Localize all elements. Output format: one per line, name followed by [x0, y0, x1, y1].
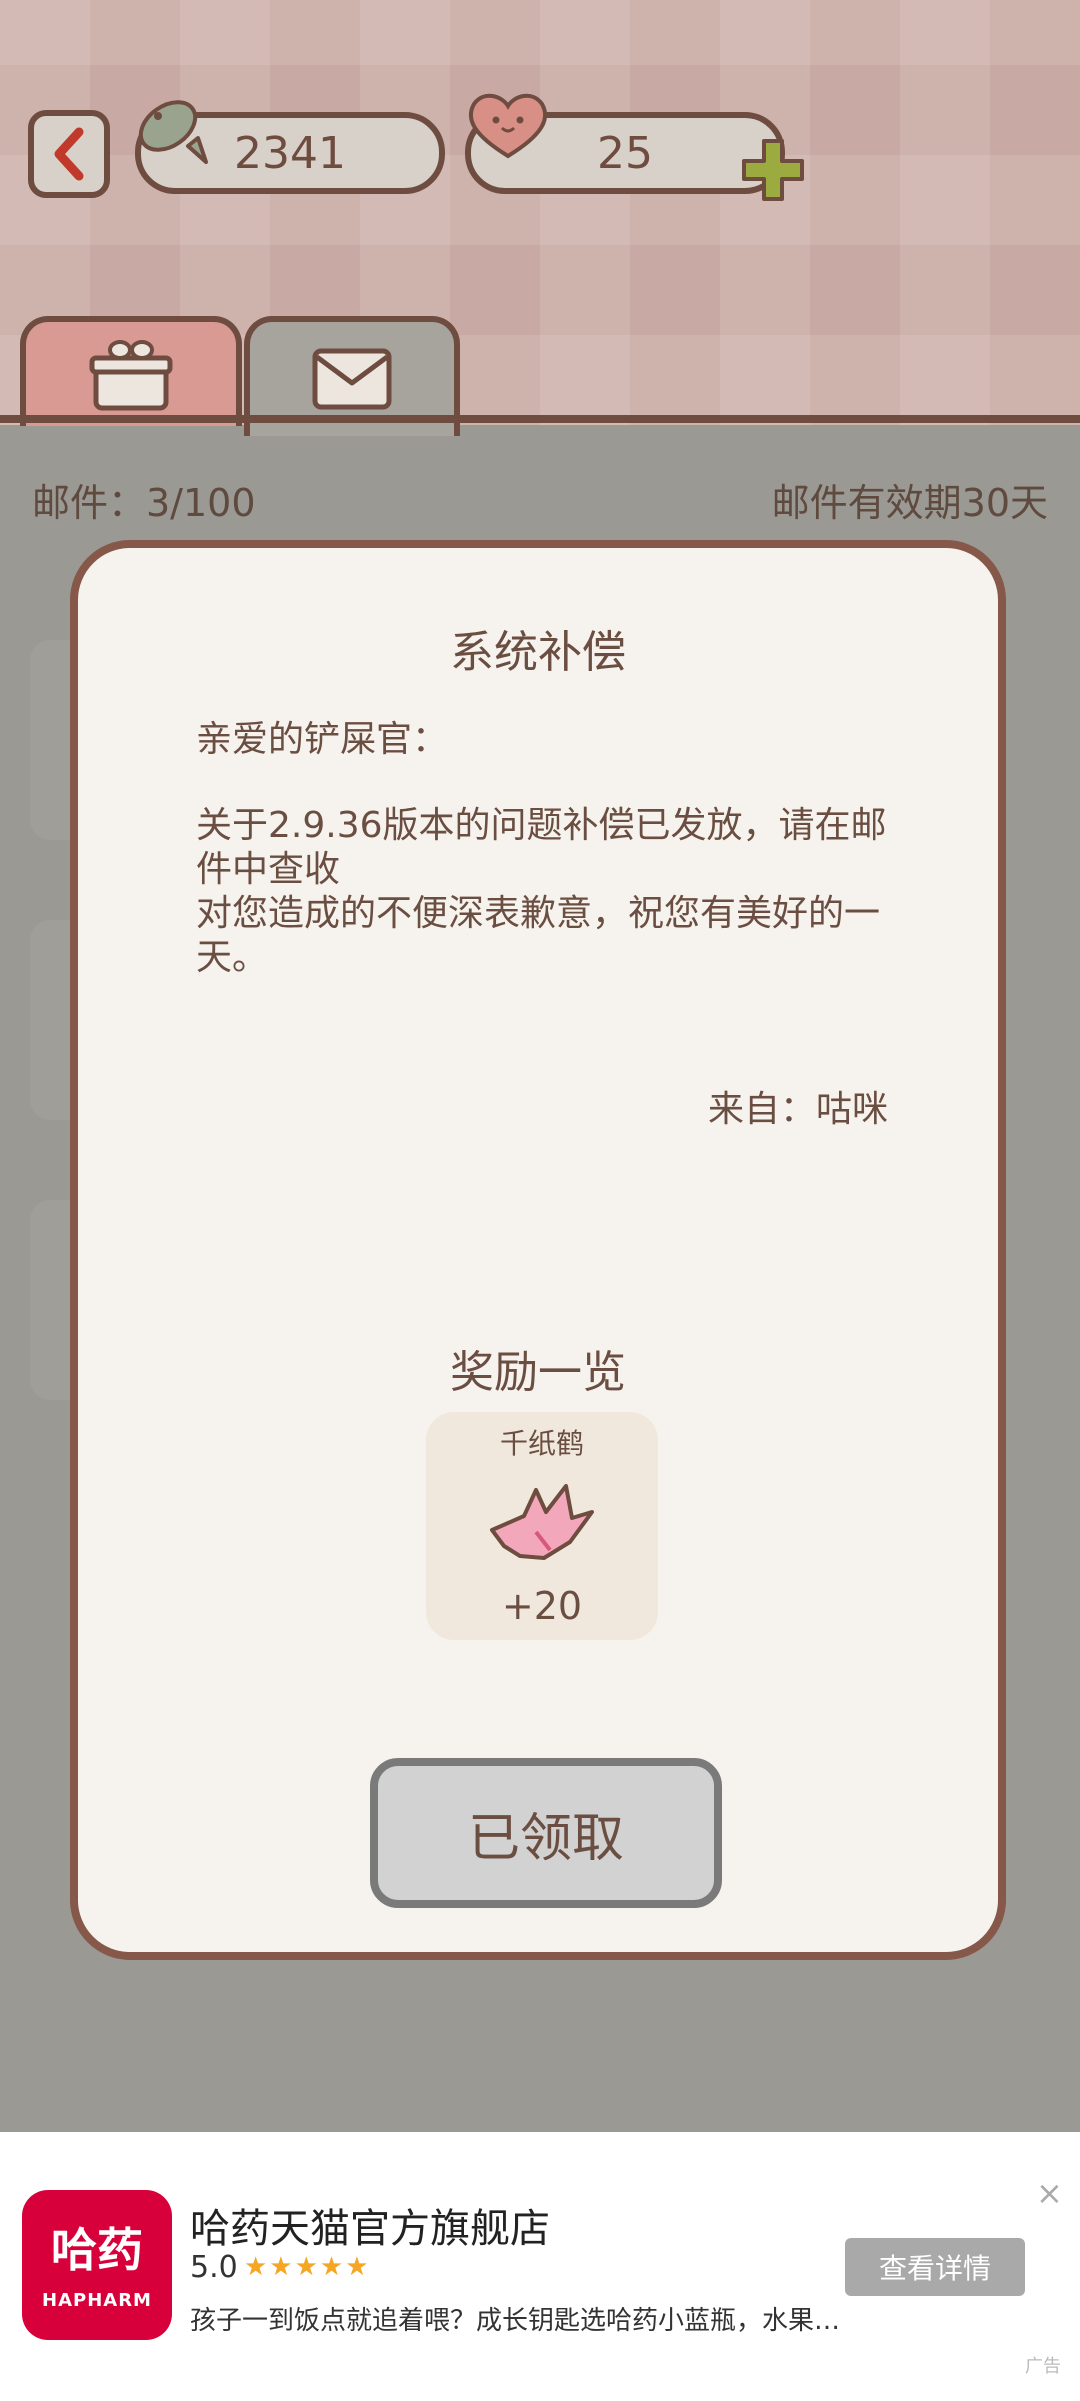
paper-crane-icon: [490, 1484, 594, 1560]
ad-banner[interactable]: 哈药 HAPHARM 哈药天猫官方旗舰店 5.0 ★★★★★ 孩子一到饭点就追着…: [0, 2132, 1080, 2401]
heart-icon: [468, 93, 548, 159]
mail-count-label: 邮件：3/100: [32, 481, 256, 525]
mail-body-line: 关于2.9.36版本的问题补偿已发放，请在邮件中查收: [196, 805, 887, 890]
reward-name: 千纸鹤: [499, 1427, 584, 1460]
mail-detail-dialog: 系统补偿 亲爱的铲屎官： 关于2.9.36版本的问题补偿已发放，请在邮件中查收 …: [70, 540, 1006, 1960]
star-rating-icon: ★★★★★: [244, 2252, 371, 2282]
ad-logo[interactable]: 哈药 HAPHARM: [22, 2190, 172, 2340]
header-divider: [0, 415, 1080, 423]
ad-rating: 5.0: [190, 2250, 238, 2285]
rewards-title: 奖励一览: [450, 1347, 626, 1398]
mail-expiry-label: 邮件有效期30天: [771, 481, 1048, 525]
reward-item: 千纸鹤 +20: [426, 1412, 658, 1640]
ad-label: 广告: [1025, 2356, 1061, 2377]
ad-logo-subtext: HAPHARM: [42, 2290, 152, 2311]
mail-body-line: 对您造成的不便深表歉意，祝您有美好的一天。: [196, 893, 881, 978]
back-button[interactable]: [28, 110, 110, 198]
envelope-icon: [312, 348, 392, 410]
reward-quantity: +20: [501, 1584, 583, 1628]
mail-sender: 来自：咕咪: [707, 1089, 888, 1130]
fish-count: 2341: [234, 127, 346, 179]
fish-icon: [138, 100, 208, 164]
ad-description: 孩子一到饭点就追着喂？成长钥匙选哈药小蓝瓶，水果…: [190, 2306, 840, 2336]
ad-logo-text: 哈药: [51, 2223, 143, 2277]
ad-view-details-button[interactable]: 查看详情: [845, 2238, 1025, 2296]
ad-title[interactable]: 哈药天猫官方旗舰店: [190, 2196, 550, 2254]
mail-body: 亲爱的铲屎官： 关于2.9.36版本的问题补偿已发放，请在邮件中查收 对您造成的…: [196, 718, 896, 980]
mail-title: 系统补偿: [450, 627, 626, 678]
mail-greeting: 亲爱的铲屎官：: [196, 719, 449, 760]
gift-box-icon: [89, 340, 173, 411]
heart-count: 25: [597, 127, 653, 179]
chevron-left-icon: [54, 127, 84, 181]
add-hearts-button[interactable]: [738, 135, 808, 205]
claimed-button[interactable]: 已领取: [370, 1758, 722, 1908]
close-icon[interactable]: ×: [1036, 2174, 1063, 2212]
tab-gifts[interactable]: [20, 316, 242, 426]
